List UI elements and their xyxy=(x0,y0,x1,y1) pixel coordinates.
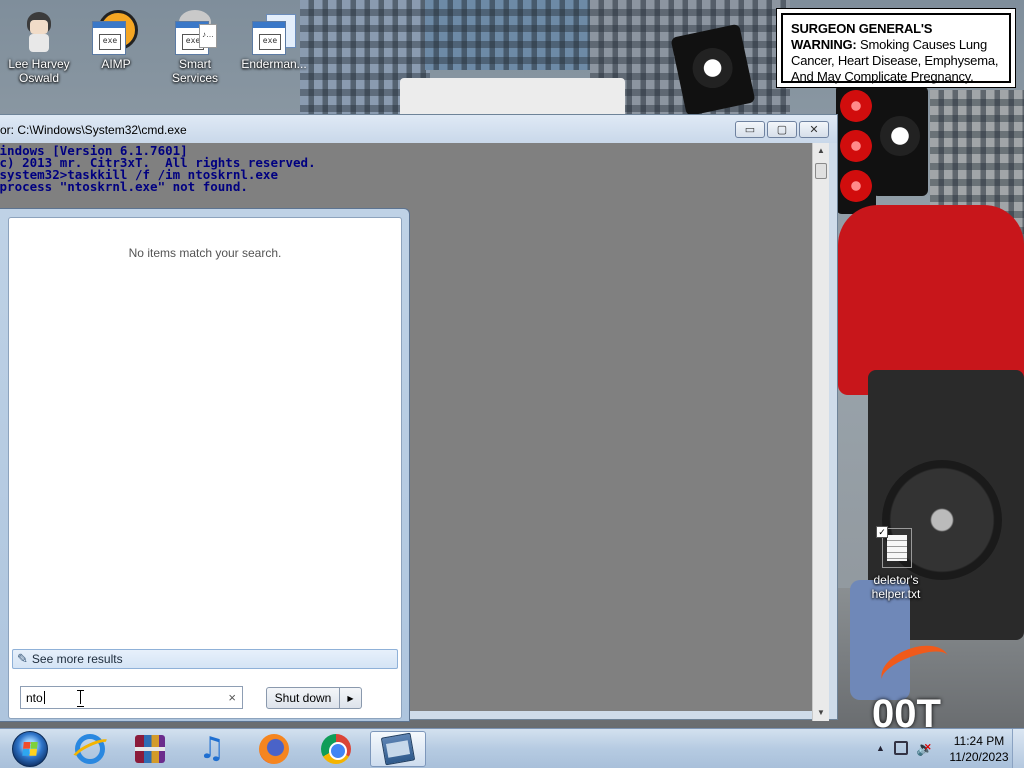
show-desktop-button[interactable] xyxy=(1012,729,1024,768)
desktop-icon-deletors-helper[interactable]: ✓ deletor's helper.txt xyxy=(858,526,934,601)
firefox-icon xyxy=(259,734,289,764)
desktop-icon-label: deletor's helper.txt xyxy=(871,573,921,601)
cmd-titlebar[interactable]: or: C:\Windows\System32\cmd.exe ▭ ▢ ✕ xyxy=(0,115,837,143)
taskbar-active-window[interactable] xyxy=(370,731,426,767)
search-value: nto xyxy=(26,690,43,705)
magnifier-icon: ✎ xyxy=(17,651,28,666)
scroll-up-icon[interactable]: ▲ xyxy=(813,143,829,159)
start-button[interactable] xyxy=(2,731,58,767)
clear-search-icon[interactable]: × xyxy=(228,690,236,705)
shutdown-button[interactable]: Shut down xyxy=(266,687,340,709)
restore-icon: ▢ xyxy=(776,124,788,136)
speaker-head xyxy=(836,84,876,214)
taskbar-chrome[interactable] xyxy=(308,731,364,767)
clock-time: 11:24 PM xyxy=(953,734,1005,748)
exe-app-icon xyxy=(252,10,296,55)
speaker-head xyxy=(872,86,928,196)
internet-explorer-icon xyxy=(75,734,105,764)
taskbar-itunes[interactable]: ♫ xyxy=(184,731,240,767)
anime-character-icon xyxy=(17,10,61,54)
minimize-icon: ▭ xyxy=(744,124,756,136)
taskbar-internet-explorer[interactable] xyxy=(62,731,118,767)
itunes-icon: ♫ xyxy=(198,731,226,766)
close-button[interactable]: ✕ xyxy=(799,121,829,138)
see-more-label: See more results xyxy=(31,652,123,666)
window-app-icon xyxy=(380,732,416,766)
vertical-scrollbar[interactable]: ▲ ▼ xyxy=(812,143,829,721)
start-search-input[interactable]: nto × xyxy=(20,686,243,709)
chevron-right-icon: ▶ xyxy=(347,693,354,703)
scroll-down-icon[interactable]: ▼ xyxy=(813,705,829,721)
maximize-button[interactable]: ▢ xyxy=(767,121,797,138)
see-more-results-link[interactable]: ✎ See more results xyxy=(12,649,398,669)
chrome-icon xyxy=(321,734,351,764)
start-menu: No items match your search. ✎ See more r… xyxy=(0,208,410,722)
show-hidden-icons-icon[interactable]: ▲ xyxy=(876,743,885,753)
desktop-icon-lee-harvey-oswald[interactable]: Lee Harvey Oswald xyxy=(1,10,77,85)
desktop-icon-label: Smart Services xyxy=(171,57,218,85)
close-icon: ✕ xyxy=(809,124,819,136)
ibeam-cursor-icon xyxy=(77,690,85,707)
shutdown-label: Shut down xyxy=(274,691,332,705)
volume-muted-icon[interactable]: 🔈 ✕ xyxy=(916,740,933,757)
gear-app-icon: ♪… xyxy=(173,10,217,55)
winrar-icon xyxy=(135,735,165,763)
text-file-icon: ✓ xyxy=(874,526,918,570)
aimp-app-icon xyxy=(92,10,138,55)
cmd-title: or: C:\Windows\System32\cmd.exe xyxy=(0,123,187,137)
building xyxy=(425,0,595,70)
taskbar-winrar[interactable] xyxy=(122,731,178,767)
truck xyxy=(400,78,625,118)
network-icon[interactable] xyxy=(894,741,908,755)
console-line: process "ntoskrnl.exe" not found. xyxy=(0,179,248,194)
shutdown-options-button[interactable]: ▶ xyxy=(340,687,362,709)
system-tray: ▲ 🔈 ✕ 11:24 PM 11/20/2023 xyxy=(864,729,1024,768)
clock[interactable]: 11:24 PM 11/20/2023 xyxy=(944,733,1014,765)
desktop-icon-aimp[interactable]: AIMP xyxy=(78,10,154,71)
surgeon-general-warning: SURGEON GENERAL'S WARNING: Smoking Cause… xyxy=(776,8,1016,88)
scroll-thumb[interactable] xyxy=(815,163,827,179)
clock-date: 11/20/2023 xyxy=(949,750,1009,764)
windows-orb-icon xyxy=(12,731,48,767)
minimize-button[interactable]: ▭ xyxy=(735,121,765,138)
taskbar: ♫ ▲ 🔈 ✕ 11:24 PM 11/20/2023 xyxy=(0,728,1024,768)
red-shirt xyxy=(838,205,1024,395)
checkbox-icon: ✓ xyxy=(876,526,888,538)
shutdown-control: Shut down ▶ xyxy=(266,687,362,709)
desktop-icon-label: Enderman... xyxy=(241,57,307,71)
desktop-icon-label: Lee Harvey Oswald xyxy=(8,57,70,85)
taskbar-firefox[interactable] xyxy=(246,731,302,767)
desktop-icon-enderman[interactable]: Enderman... xyxy=(236,10,312,71)
desktop-icon-label: AIMP xyxy=(101,57,131,71)
desktop-icon-smart-services[interactable]: ♪… Smart Services xyxy=(157,10,233,85)
text-caret xyxy=(43,691,45,704)
search-results-pane: No items match your search. xyxy=(8,217,402,719)
no-results-message: No items match your search. xyxy=(128,246,282,260)
